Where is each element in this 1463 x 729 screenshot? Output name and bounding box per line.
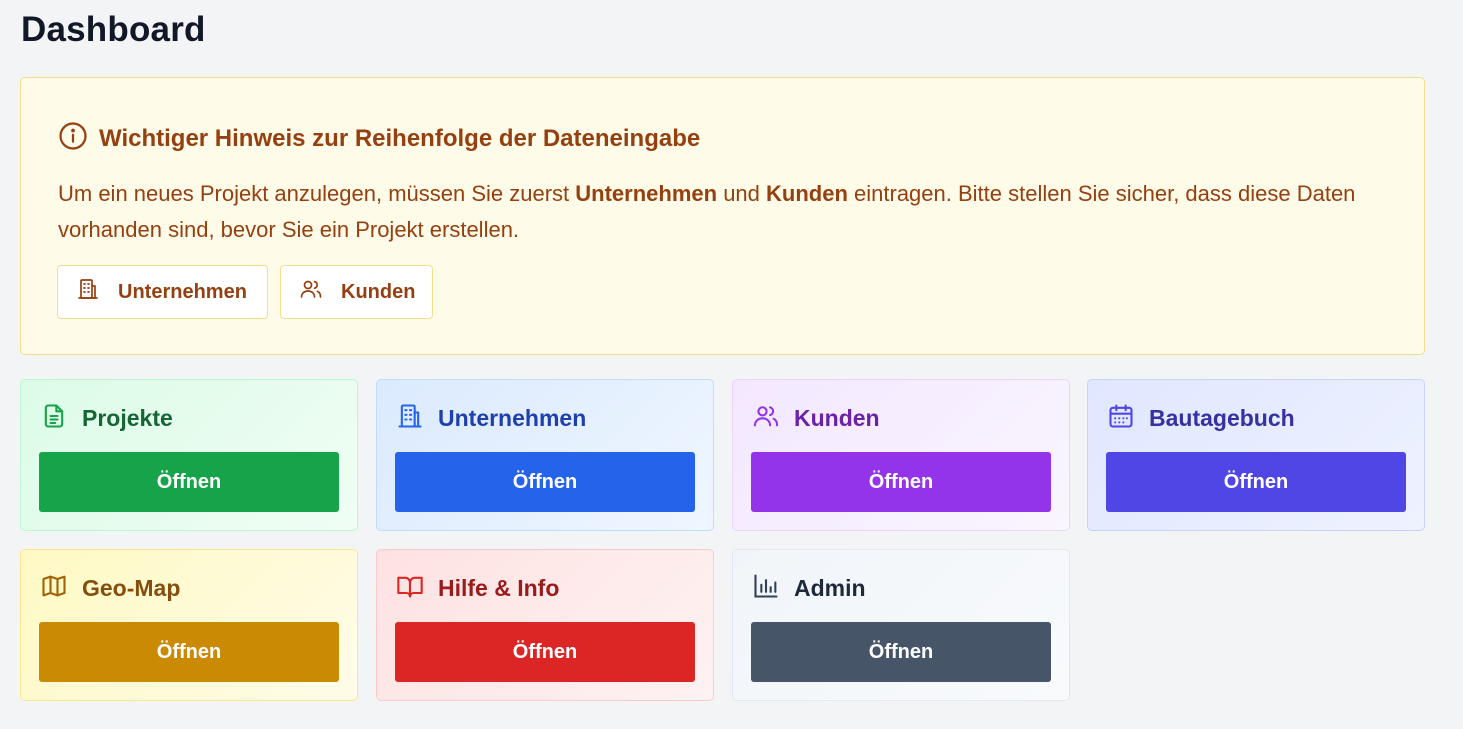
card-title: Projekte: [82, 405, 173, 431]
open-kunden-button[interactable]: Öffnen: [751, 452, 1051, 512]
open-projekte-button[interactable]: Öffnen: [39, 452, 339, 512]
card-geo-map: Geo-Map Öffnen: [20, 549, 358, 701]
notice-text-bold-unternehmen: Unternehmen: [575, 181, 718, 206]
card-hilfe-info: Hilfe & Info Öffnen: [376, 549, 714, 701]
card-header: Bautagebuch: [1107, 402, 1295, 435]
card-title: Bautagebuch: [1149, 405, 1295, 431]
card-unternehmen: Unternehmen Öffnen: [376, 379, 714, 531]
notice-text-bold-kunden: Kunden: [766, 181, 848, 206]
book-open-icon: [396, 572, 424, 605]
order-notice: Wichtiger Hinweis zur Reihenfolge der Da…: [20, 77, 1425, 355]
users-icon: [299, 277, 341, 307]
users-icon: [752, 402, 780, 435]
card-header: Unternehmen: [396, 402, 586, 435]
card-header: Kunden: [752, 402, 880, 435]
notice-text-part: Um ein neues Projekt anzulegen, müssen S…: [58, 181, 576, 206]
notice-button-label: Kunden: [341, 280, 416, 303]
info-circle-icon: [58, 121, 88, 156]
dashboard-page: Dashboard Wichtiger Hinweis zur Reihenfo…: [0, 0, 1463, 729]
notice-button-label: Unternehmen: [118, 280, 247, 303]
bar-chart-icon: [752, 572, 780, 605]
notice-unternehmen-button[interactable]: Unternehmen: [57, 265, 268, 319]
notice-kunden-button[interactable]: Kunden: [280, 265, 433, 319]
building-icon: [396, 402, 424, 435]
open-bautagebuch-button[interactable]: Öffnen: [1106, 452, 1406, 512]
notice-title: Wichtiger Hinweis zur Reihenfolge der Da…: [99, 124, 701, 152]
open-geo-map-button[interactable]: Öffnen: [39, 622, 339, 682]
card-header: Projekte: [40, 402, 173, 435]
card-header: Geo-Map: [40, 572, 180, 605]
open-admin-button[interactable]: Öffnen: [751, 622, 1051, 682]
open-hilfe-info-button[interactable]: Öffnen: [395, 622, 695, 682]
calendar-icon: [1107, 402, 1135, 435]
card-projekte: Projekte Öffnen: [20, 379, 358, 531]
card-header: Admin: [752, 572, 866, 605]
card-title: Hilfe & Info: [438, 575, 560, 601]
card-title: Geo-Map: [82, 575, 181, 601]
card-title: Kunden: [794, 405, 880, 431]
notice-header: Wichtiger Hinweis zur Reihenfolge der Da…: [58, 121, 700, 156]
notice-text: Um ein neues Projekt anzulegen, müssen S…: [58, 176, 1388, 248]
card-header: Hilfe & Info: [396, 572, 559, 605]
file-text-icon: [40, 402, 68, 435]
building-icon: [76, 277, 118, 307]
card-bautagebuch: Bautagebuch Öffnen: [1087, 379, 1425, 531]
map-icon: [40, 572, 68, 605]
page-title: Dashboard: [21, 10, 206, 49]
card-kunden: Kunden Öffnen: [732, 379, 1070, 531]
card-title: Unternehmen: [438, 405, 587, 431]
card-title: Admin: [794, 575, 866, 601]
notice-text-part: und: [717, 181, 767, 206]
open-unternehmen-button[interactable]: Öffnen: [395, 452, 695, 512]
card-admin: Admin Öffnen: [732, 549, 1070, 701]
